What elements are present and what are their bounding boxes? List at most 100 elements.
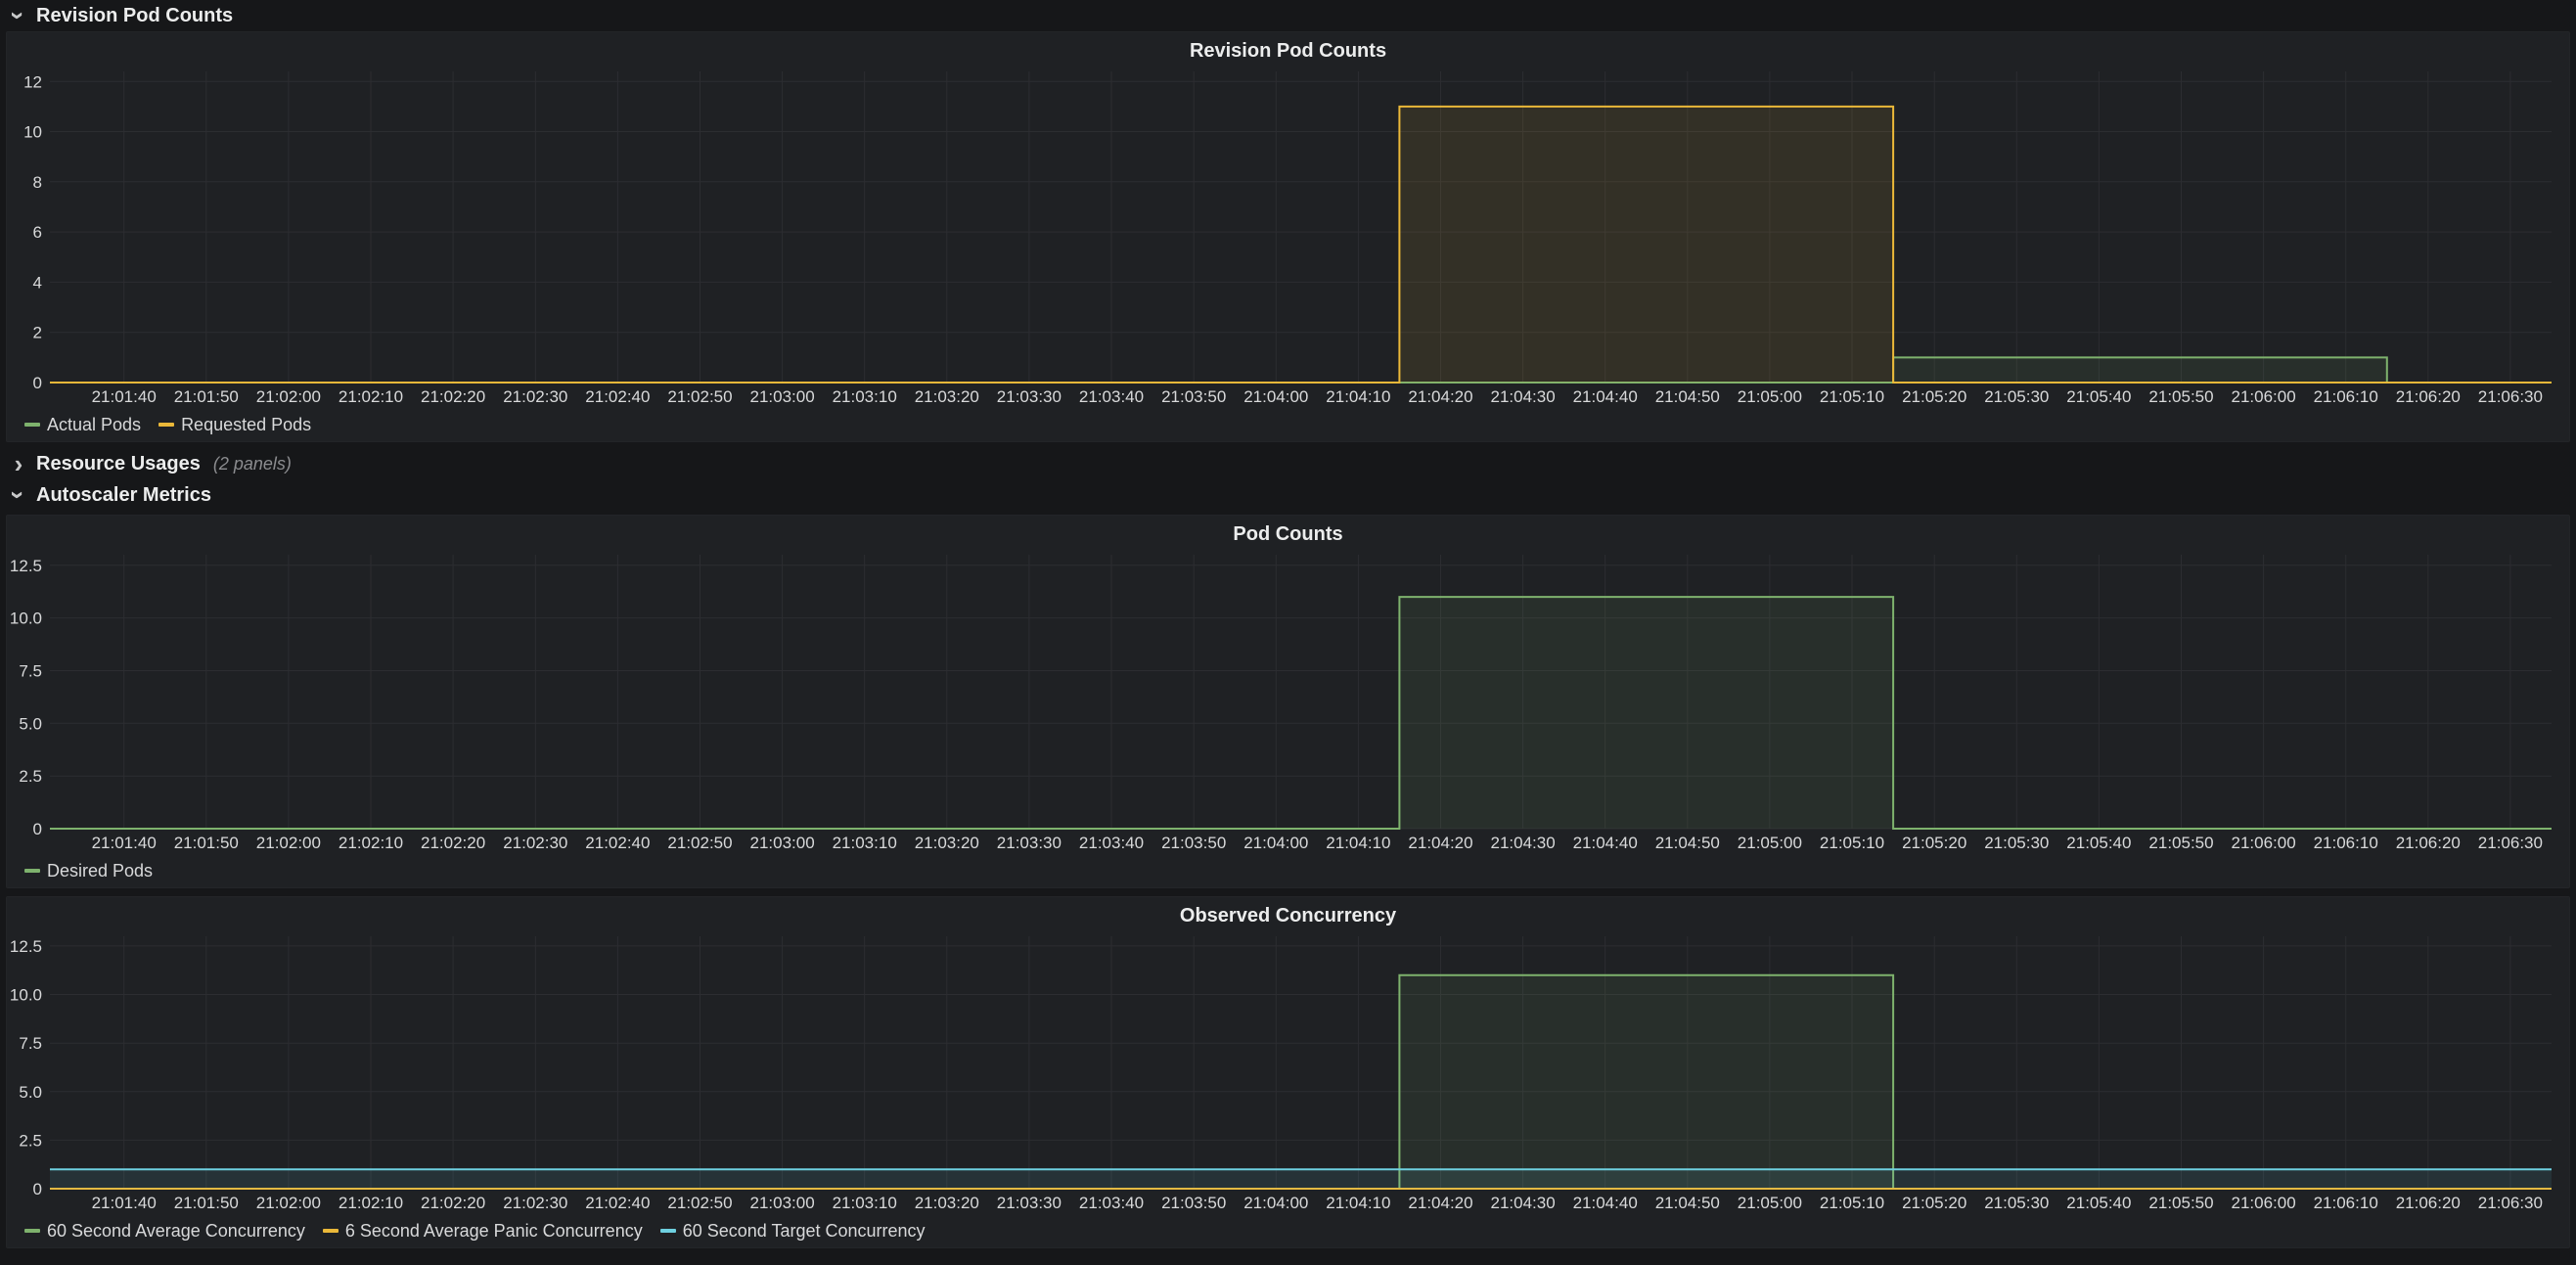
svg-text:12.5: 12.5 <box>11 557 42 575</box>
svg-text:21:03:00: 21:03:00 <box>750 387 815 406</box>
svg-text:2: 2 <box>33 324 42 342</box>
chevron-right-icon[interactable]: › <box>10 453 27 474</box>
svg-text:21:02:30: 21:02:30 <box>503 1194 567 1212</box>
svg-text:21:04:00: 21:04:00 <box>1243 1194 1308 1212</box>
svg-text:21:02:10: 21:02:10 <box>339 387 403 406</box>
panel-title-revision-pod-counts[interactable]: Revision Pod Counts <box>11 38 2565 68</box>
svg-text:21:06:10: 21:06:10 <box>2314 387 2378 406</box>
svg-text:0: 0 <box>33 374 42 392</box>
svg-text:21:05:50: 21:05:50 <box>2148 387 2213 406</box>
legend-pod-counts: Desired Pods <box>11 856 2565 885</box>
panel-title-observed-concurrency[interactable]: Observed Concurrency <box>11 903 2565 932</box>
chevron-down-icon[interactable]: › <box>8 7 29 24</box>
chart-revision-pod-counts[interactable]: 21:01:40 21:01:50 21:02:00 21:02:10 21:02:20… <box>11 68 2565 410</box>
svg-text:21:02:10: 21:02:10 <box>339 834 403 852</box>
chart-svg[interactable]: 21:01:40 21:01:50 21:02:00 21:02:10 21:02:20… <box>11 68 2565 410</box>
legend-item-requested-pods[interactable]: Requested Pods <box>158 415 311 435</box>
svg-text:21:01:40: 21:01:40 <box>92 834 157 852</box>
svg-text:21:04:10: 21:04:10 <box>1326 387 1390 406</box>
svg-text:12: 12 <box>23 72 42 91</box>
legend-label: Requested Pods <box>181 415 311 435</box>
svg-text:21:03:50: 21:03:50 <box>1161 834 1226 852</box>
legend-item-desired-pods[interactable]: Desired Pods <box>24 861 153 881</box>
legend-item-6-second-average-panic-concurrency[interactable]: 6 Second Average Panic Concurrency <box>323 1221 643 1242</box>
svg-text:7.5: 7.5 <box>19 662 42 681</box>
svg-text:21:03:20: 21:03:20 <box>915 387 979 406</box>
row-panel-count: (2 panels) <box>213 454 292 474</box>
svg-text:21:05:10: 21:05:10 <box>1820 1194 1884 1212</box>
svg-text:21:06:20: 21:06:20 <box>2396 1194 2461 1212</box>
svg-text:21:04:10: 21:04:10 <box>1326 1194 1390 1212</box>
chart-svg[interactable]: 21:01:4021:01:5021:02:0021:02:1021:02:20… <box>11 932 2565 1216</box>
svg-text:21:03:40: 21:03:40 <box>1079 834 1144 852</box>
legend-label: 60 Second Average Concurrency <box>47 1221 305 1242</box>
svg-text:6: 6 <box>33 223 42 242</box>
svg-text:21:06:30: 21:06:30 <box>2478 387 2543 406</box>
legend-item-60-second-average-concurrency[interactable]: 60 Second Average Concurrency <box>24 1221 305 1242</box>
panel-title-pod-counts[interactable]: Pod Counts <box>11 521 2565 551</box>
svg-text:21:06:20: 21:06:20 <box>2396 387 2461 406</box>
chevron-down-icon[interactable]: › <box>8 486 29 504</box>
svg-text:21:05:20: 21:05:20 <box>1902 387 1966 406</box>
series-color-icon <box>660 1229 676 1233</box>
svg-text:21:05:50: 21:05:50 <box>2148 1194 2213 1212</box>
svg-text:21:01:50: 21:01:50 <box>174 834 239 852</box>
row-header-autoscaler-metrics[interactable]: › Autoscaler Metrics <box>0 479 2576 511</box>
chart-observed-concurrency[interactable]: 21:01:4021:01:5021:02:0021:02:1021:02:20… <box>11 932 2565 1216</box>
svg-text:21:05:30: 21:05:30 <box>1984 834 2049 852</box>
legend-item-60-second-target-concurrency[interactable]: 60 Second Target Concurrency <box>660 1221 926 1242</box>
svg-text:21:06:00: 21:06:00 <box>2232 834 2296 852</box>
svg-text:21:04:40: 21:04:40 <box>1573 834 1638 852</box>
svg-text:21:02:00: 21:02:00 <box>256 1194 321 1212</box>
svg-text:5.0: 5.0 <box>19 714 42 733</box>
svg-text:21:02:20: 21:02:20 <box>421 1194 485 1212</box>
svg-text:0: 0 <box>33 820 42 838</box>
svg-text:21:02:40: 21:02:40 <box>585 387 650 406</box>
svg-text:8: 8 <box>33 173 42 192</box>
svg-text:21:05:10: 21:05:10 <box>1820 387 1884 406</box>
svg-text:21:05:00: 21:05:00 <box>1738 1194 1802 1212</box>
series-color-icon <box>24 423 40 427</box>
svg-text:7.5: 7.5 <box>19 1034 42 1053</box>
row-title-resource-usages: Resource Usages <box>36 453 201 475</box>
svg-text:21:05:20: 21:05:20 <box>1902 1194 1966 1212</box>
legend-item-actual-pods[interactable]: Actual Pods <box>24 415 141 435</box>
svg-text:21:03:00: 21:03:00 <box>750 834 815 852</box>
svg-text:21:03:10: 21:03:10 <box>833 834 897 852</box>
row-header-resource-usages[interactable]: › Resource Usages (2 panels) <box>0 448 2576 479</box>
row-title-revision-pod-counts: Revision Pod Counts <box>36 5 233 27</box>
svg-text:21:02:40: 21:02:40 <box>585 834 650 852</box>
row-header-revision-pod-counts[interactable]: › Revision Pod Counts <box>0 0 2576 31</box>
svg-text:21:05:50: 21:05:50 <box>2148 834 2213 852</box>
svg-text:21:01:40: 21:01:40 <box>92 387 157 406</box>
svg-text:21:04:30: 21:04:30 <box>1491 834 1556 852</box>
svg-text:10: 10 <box>23 123 42 142</box>
chart-svg[interactable]: 21:01:4021:01:5021:02:0021:02:1021:02:20… <box>11 551 2565 856</box>
svg-text:21:02:20: 21:02:20 <box>421 834 485 852</box>
svg-text:21:01:50: 21:01:50 <box>174 1194 239 1212</box>
svg-text:10.0: 10.0 <box>11 610 42 628</box>
row-title-autoscaler-metrics: Autoscaler Metrics <box>36 484 211 507</box>
svg-text:21:04:40: 21:04:40 <box>1573 387 1638 406</box>
legend-label: 60 Second Target Concurrency <box>683 1221 926 1242</box>
svg-text:21:04:20: 21:04:20 <box>1408 834 1472 852</box>
svg-text:4: 4 <box>33 273 42 292</box>
svg-text:21:05:20: 21:05:20 <box>1902 834 1966 852</box>
svg-text:21:01:40: 21:01:40 <box>92 1194 157 1212</box>
legend-revision-pod-counts: Actual Pods Requested Pods <box>11 410 2565 439</box>
panel-revision-pod-counts: Revision Pod Counts 21:01:4021:01:5021:0… <box>6 31 2570 442</box>
legend-label: Desired Pods <box>47 861 153 881</box>
chart-pod-counts[interactable]: 21:01:4021:01:5021:02:0021:02:1021:02:20… <box>11 551 2565 856</box>
svg-text:21:01:50: 21:01:50 <box>174 387 239 406</box>
svg-text:21:02:20: 21:02:20 <box>421 387 485 406</box>
svg-text:21:02:00: 21:02:00 <box>256 387 321 406</box>
legend-observed-concurrency: 60 Second Average Concurrency 6 Second Av… <box>11 1216 2565 1245</box>
svg-text:21:04:50: 21:04:50 <box>1655 387 1720 406</box>
svg-text:21:04:30: 21:04:30 <box>1491 387 1556 406</box>
svg-text:21:03:30: 21:03:30 <box>997 387 1062 406</box>
series-color-icon <box>158 423 174 427</box>
svg-text:21:02:50: 21:02:50 <box>667 387 732 406</box>
svg-text:21:05:00: 21:05:00 <box>1738 387 1802 406</box>
svg-text:21:03:50: 21:03:50 <box>1161 1194 1226 1212</box>
svg-text:21:03:10: 21:03:10 <box>833 387 897 406</box>
